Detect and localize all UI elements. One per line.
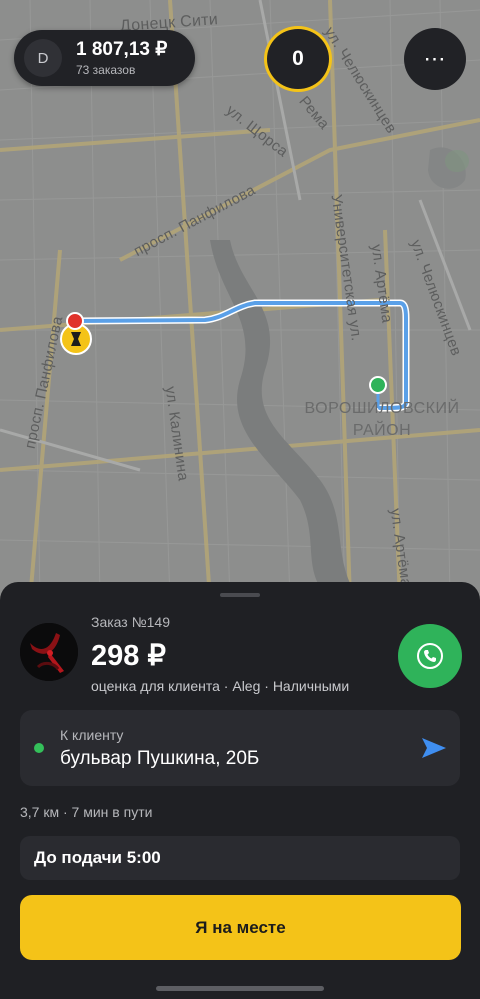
pickup-timer: До подачи 5:00 (20, 836, 460, 880)
queue-counter-button[interactable]: 0 (264, 26, 332, 92)
home-indicator[interactable] (156, 986, 324, 991)
destination-address: бульвар Пушкина, 20Б (60, 748, 260, 769)
navigation-arrow-icon[interactable] (421, 737, 447, 759)
sheet-drag-handle[interactable] (220, 593, 260, 597)
destination-dot-icon (34, 743, 44, 753)
call-client-button[interactable] (398, 624, 462, 688)
destination-marker (369, 376, 387, 394)
phone-icon (417, 643, 443, 669)
driver-avatar: D (24, 39, 62, 77)
map-canvas (0, 0, 480, 600)
orders-count: 73 заказов (76, 62, 136, 77)
client-avatar (20, 623, 78, 681)
order-meta: оценка для клиента · Aleg · Наличными (91, 678, 350, 694)
earnings-amount: 1 807,13 ₽ (76, 38, 168, 60)
map-view[interactable]: Донецк Сити ул. Челюскинцев ул. Щорса Ре… (0, 0, 480, 600)
earnings-widget[interactable]: D 1 807,13 ₽ 73 заказов (14, 30, 195, 86)
order-number: Заказ №149 (91, 614, 170, 630)
origin-marker (66, 312, 84, 330)
arrived-button[interactable]: Я на месте (20, 895, 461, 960)
route-info: 3,7 км · 7 мин в пути (20, 804, 153, 820)
destination-caption: К клиенту (60, 727, 124, 743)
more-button[interactable]: ⋯ (404, 28, 466, 90)
destination-card[interactable]: К клиенту бульвар Пушкина, 20Б (20, 710, 460, 786)
order-bottom-sheet: Заказ №149 298 ₽ оценка для клиента · Al… (0, 582, 480, 999)
order-price: 298 ₽ (91, 640, 166, 672)
map-district-label: ВОРОШИЛОВСКИЙ РАЙОН (304, 400, 460, 439)
more-dots-icon: ⋯ (423, 46, 447, 71)
